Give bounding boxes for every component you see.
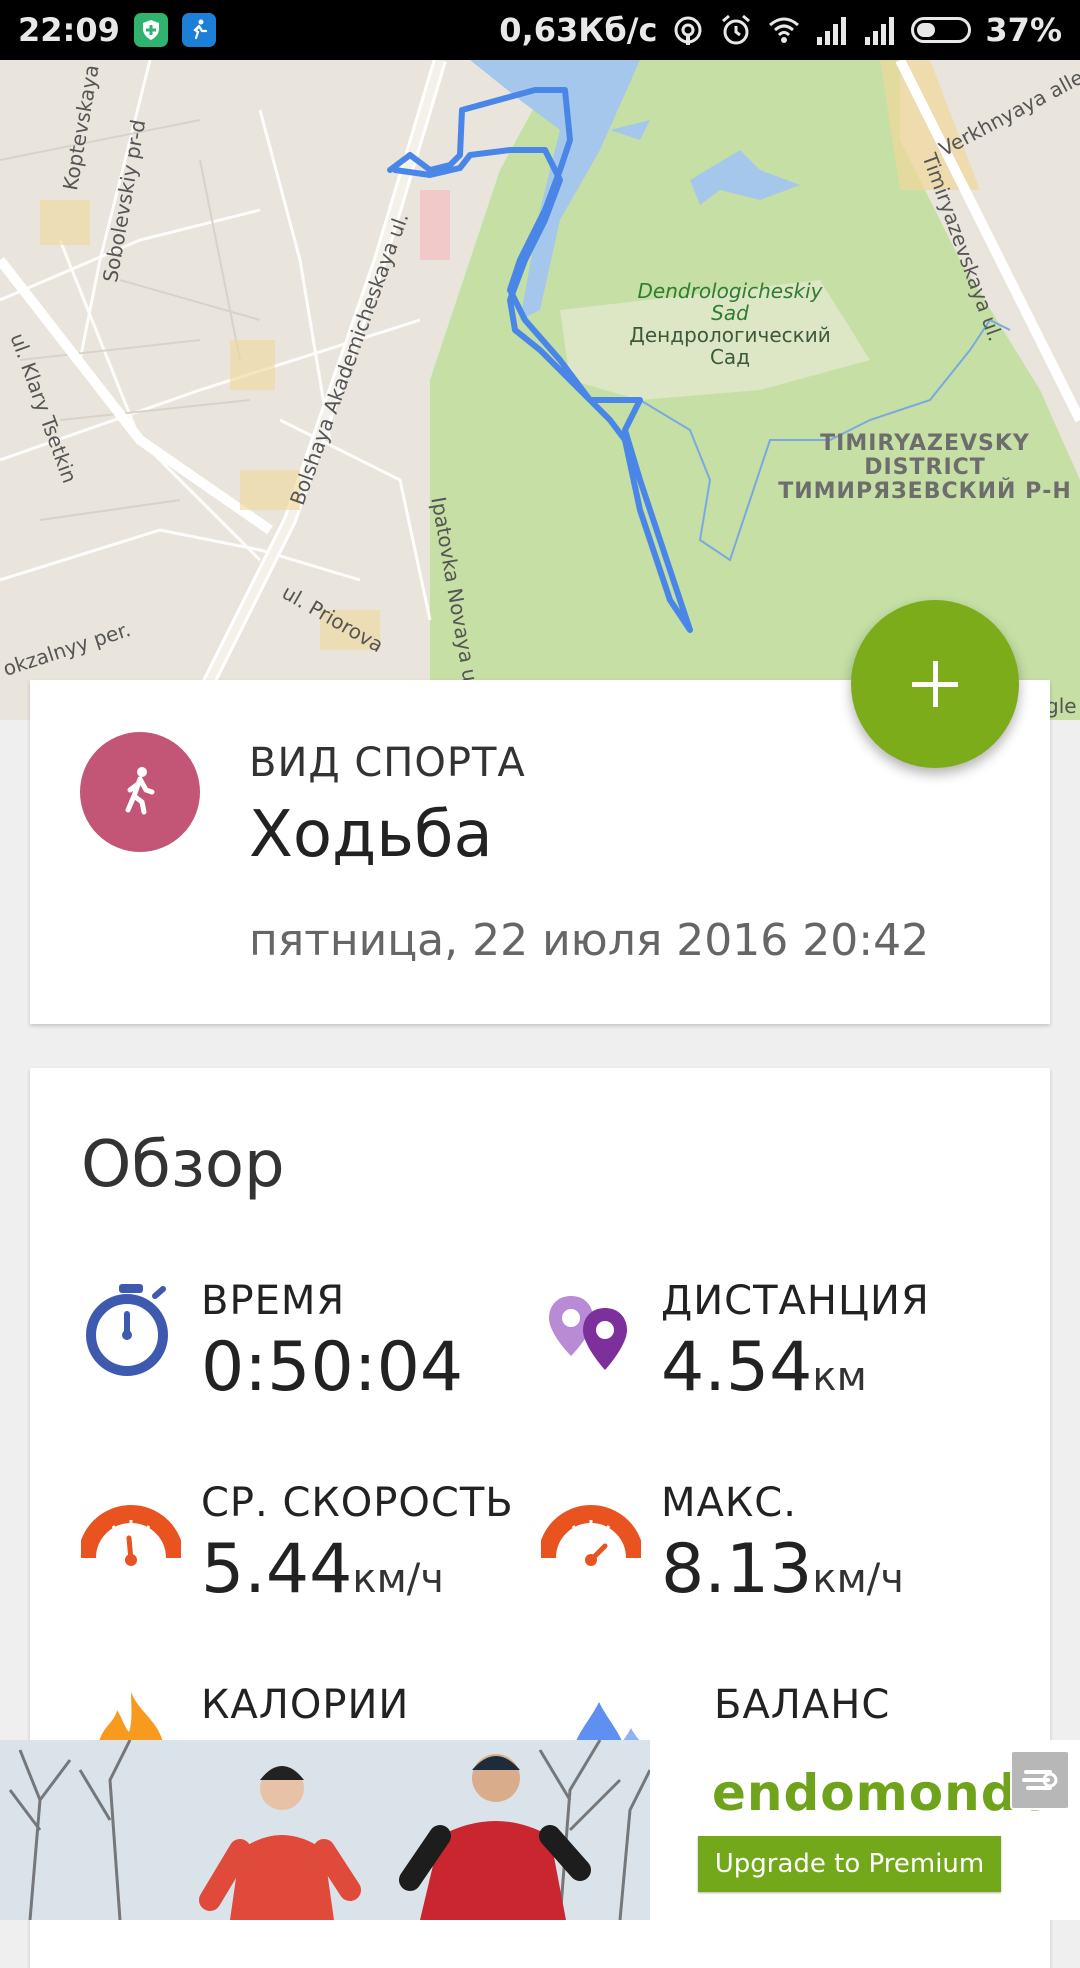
stat-value: 5.44км/ч: [201, 1530, 444, 1609]
walking-person-icon: [80, 732, 200, 852]
endomondo-app-icon[interactable]: [1010, 1750, 1070, 1810]
overview-title: Обзор: [81, 1128, 285, 1202]
speedometer-icon: [81, 1505, 181, 1566]
stat-time: ВРЕМЯ 0:50:04: [81, 1278, 481, 1408]
battery-percent: 37%: [985, 11, 1062, 49]
sport-name: Ходьба: [249, 798, 493, 872]
stat-label: ВРЕМЯ: [201, 1278, 346, 1324]
status-time: 22:09: [18, 11, 120, 49]
sport-caption: ВИД СПОРТА: [249, 740, 526, 786]
ad-banner[interactable]: endomondo Upgrade to Premium: [0, 1740, 1080, 1920]
stat-label: МАКС.: [661, 1480, 797, 1526]
signal-icon: [865, 17, 895, 45]
ad-runners-photo: [0, 1740, 650, 1920]
speedometer-max-icon: [541, 1505, 641, 1566]
status-bar: 22:09 0,63Кб/с 37%: [0, 0, 1080, 60]
map-park-label-latin: Dendrologicheskiy Sad: [637, 279, 823, 325]
network-speed: 0,63Кб/с: [499, 11, 658, 49]
stat-label: КАЛОРИИ: [201, 1682, 410, 1728]
wifi-icon: [769, 17, 800, 43]
alarm-icon: [722, 14, 751, 45]
status-bar-left: 22:09: [18, 11, 216, 49]
map-park-label-cyrillic: Дендрологический Сад: [629, 323, 831, 369]
runner-app-icon: [181, 13, 216, 47]
battery-icon: [911, 17, 972, 43]
stat-value: 4.54км: [661, 1328, 867, 1407]
stat-avg-speed: СР. СКОРОСТЬ 5.44км/ч: [81, 1480, 541, 1610]
add-fab-button[interactable]: [851, 600, 1019, 768]
stat-label: ДИСТАНЦИЯ: [661, 1278, 930, 1324]
stat-value: 0:50:04: [201, 1328, 464, 1407]
stat-label: СР. СКОРОСТЬ: [201, 1480, 514, 1526]
map-district-label: TIMIRYAZEVSKY DISTRICT ТИМИРЯЗЕВСКИЙ Р-Н: [778, 431, 1072, 504]
shield-plus-icon: [133, 13, 168, 47]
plus-icon: [912, 661, 958, 707]
stopwatch-icon: [86, 1284, 168, 1376]
upgrade-premium-button[interactable]: Upgrade to Premium: [698, 1836, 1001, 1892]
signal-icon: [817, 17, 847, 45]
workout-date: пятница, 22 июля 2016 20:42: [249, 915, 930, 966]
hotspot-icon: [674, 16, 702, 45]
map-attribution: gle: [1046, 694, 1077, 718]
stat-max-speed: МАКС. 8.13км/ч: [541, 1480, 1001, 1610]
endomondo-logo: endomondo: [712, 1764, 1053, 1822]
location-pins-icon: [549, 1296, 627, 1370]
status-bar-right: 0,63Кб/с 37%: [499, 11, 1062, 49]
stat-value: 8.13км/ч: [661, 1530, 904, 1609]
stat-distance: ДИСТАНЦИЯ 4.54км: [541, 1278, 1001, 1408]
stat-label: БАЛАНС: [714, 1682, 891, 1728]
